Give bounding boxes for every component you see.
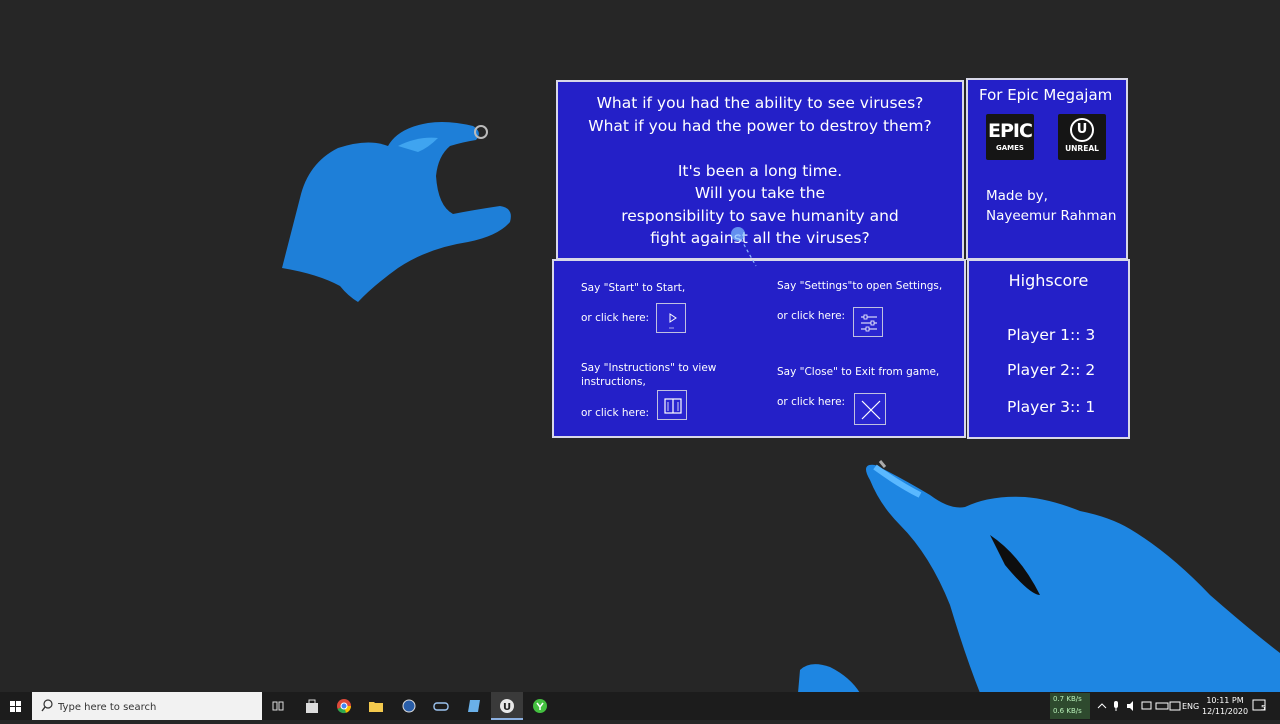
unreal-engine-icon: U: [500, 699, 514, 713]
taskbar-search[interactable]: [32, 692, 262, 720]
made-by-label: Made by,: [986, 188, 1048, 204]
settings-button[interactable]: [853, 307, 883, 337]
network-speed-meter: 0.7 KB/s 0.6 KB/s: [1050, 693, 1090, 719]
instructions-button[interactable]: [657, 390, 687, 420]
unreal-engine-logo: U UNREAL: [1058, 114, 1106, 160]
close-click-label: or click here:: [777, 396, 846, 408]
taskbar-unreal-engine[interactable]: U: [491, 692, 523, 720]
taskbar-chrome[interactable]: [328, 692, 360, 720]
instructions-line-1: Say "Instructions" to view: [581, 362, 717, 374]
settings-click-label: or click here:: [777, 310, 846, 322]
unreal-logo-mark: U: [1070, 118, 1094, 142]
made-by: Made by, Nayeemur Rahman: [986, 186, 1116, 226]
notes-icon: [468, 700, 480, 712]
highscore-row: Player 3:: 1: [1007, 398, 1096, 416]
taskbar-app-notes[interactable]: [458, 692, 490, 720]
net-upload: 0.7 KB/s: [1053, 695, 1082, 703]
story-text: What if you had the ability to see virus…: [558, 92, 962, 250]
taskbar-app-vr[interactable]: [425, 692, 457, 720]
task-view-button[interactable]: [262, 692, 294, 720]
taskbar-file-explorer[interactable]: [360, 692, 392, 720]
credits-title: For Epic Megajam: [979, 86, 1113, 104]
unreal-logo-word: UNREAL: [1065, 144, 1099, 153]
store-icon: [306, 699, 318, 713]
input-language[interactable]: ENG: [1182, 702, 1199, 711]
story-line: What if you had the power to destroy the…: [588, 116, 932, 135]
clock-time: 10:11 PM: [1206, 696, 1244, 705]
search-input[interactable]: [56, 696, 256, 718]
pointer-beam: [731, 227, 757, 267]
instructions-click-label: or click here:: [581, 407, 650, 419]
vr-scene: What if you had the ability to see virus…: [0, 0, 1280, 693]
system-tray-icons: [1097, 701, 1181, 711]
epic-logo-sub: GAMES: [996, 144, 1024, 152]
credits-panel: For Epic Megajam EPIC GAMES U UNREAL Mad…: [966, 78, 1128, 260]
story-line: Will you take the: [694, 184, 826, 202]
close-icon: [861, 400, 881, 420]
book-icon: [664, 398, 682, 414]
instructions-instruction: Say "Instructions" to view instructions,: [581, 361, 716, 389]
search-icon: [41, 699, 53, 712]
vr-headset-icon: [433, 702, 449, 711]
left-hand-model: [282, 122, 511, 302]
play-icon: [669, 313, 677, 329]
story-line: responsibility to save humanity and: [621, 206, 899, 225]
taskbar-clock[interactable]: 10:11 PM 12/11/2020: [1202, 695, 1248, 717]
highscore-row: Player 1:: 3: [1007, 326, 1096, 344]
story-line: fight against all the viruses?: [650, 229, 870, 247]
sliders-icon: [861, 314, 877, 332]
chrome-icon: [337, 699, 352, 714]
green-app-icon: [533, 699, 547, 713]
globe-icon: [402, 699, 416, 713]
start-instruction: Say "Start" to Start,: [581, 282, 686, 294]
instructions-line-2: instructions,: [581, 376, 646, 388]
menu-panel: Say "Start" to Start, or click here: Say…: [552, 259, 966, 438]
action-center-button[interactable]: 5: [1252, 698, 1268, 714]
highscore-title: Highscore: [1008, 271, 1089, 290]
epic-logo-word: EPIC: [988, 120, 1033, 142]
windows-taskbar: U 0.7 KB/s 0.6 KB/s ENG 10:11 PM 12/11/2…: [0, 692, 1280, 720]
start-button[interactable]: [656, 303, 686, 333]
highscore-panel: Highscore Player 1:: 3 Player 2:: 2 Play…: [967, 259, 1130, 439]
close-button[interactable]: [854, 393, 886, 425]
windows-logo-icon: [10, 701, 21, 712]
settings-instruction: Say "Settings"to open Settings,: [777, 280, 943, 292]
svg-text:U: U: [503, 702, 511, 713]
notification-count: 5: [1261, 704, 1266, 712]
author-name: Nayeemur Rahman: [986, 208, 1117, 224]
right-hand-model: [798, 460, 1280, 693]
highscore-row: Player 2:: 2: [1007, 361, 1096, 379]
net-download: 0.6 KB/s: [1053, 707, 1082, 715]
close-instruction: Say "Close" to Exit from game,: [777, 366, 940, 378]
folder-icon: [369, 702, 383, 712]
taskbar-store[interactable]: [296, 692, 328, 720]
clock-date: 12/11/2020: [1202, 707, 1249, 716]
notification-icon: [1252, 699, 1266, 711]
start-click-label: or click here:: [581, 312, 650, 324]
story-line-spacer: [558, 137, 962, 160]
taskbar-app-green[interactable]: [524, 692, 556, 720]
story-line: It's been a long time.: [677, 161, 843, 180]
start-button-windows[interactable]: [0, 692, 32, 720]
story-line: What if you had the ability to see virus…: [596, 94, 924, 112]
epic-games-logo: EPIC GAMES: [986, 114, 1034, 160]
taskbar-app-globe[interactable]: [393, 692, 425, 720]
story-panel: What if you had the ability to see virus…: [556, 80, 964, 260]
task-view-icon: [272, 701, 284, 711]
